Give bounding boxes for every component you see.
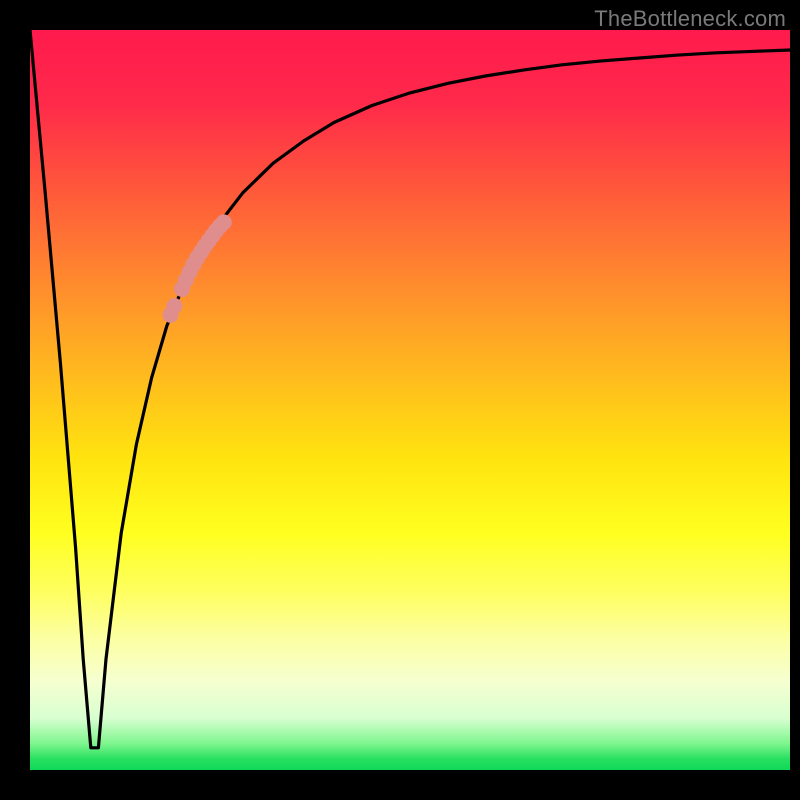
highlight-layer [163,214,232,323]
plot-area [30,30,790,770]
watermark-label: TheBottleneck.com [594,6,786,32]
curve-layer [30,30,790,748]
main-curve [30,30,790,748]
chart-svg [30,30,790,770]
highlight-dot [216,214,232,230]
chart-frame: TheBottleneck.com [0,0,800,800]
highlight-dot [166,298,182,314]
